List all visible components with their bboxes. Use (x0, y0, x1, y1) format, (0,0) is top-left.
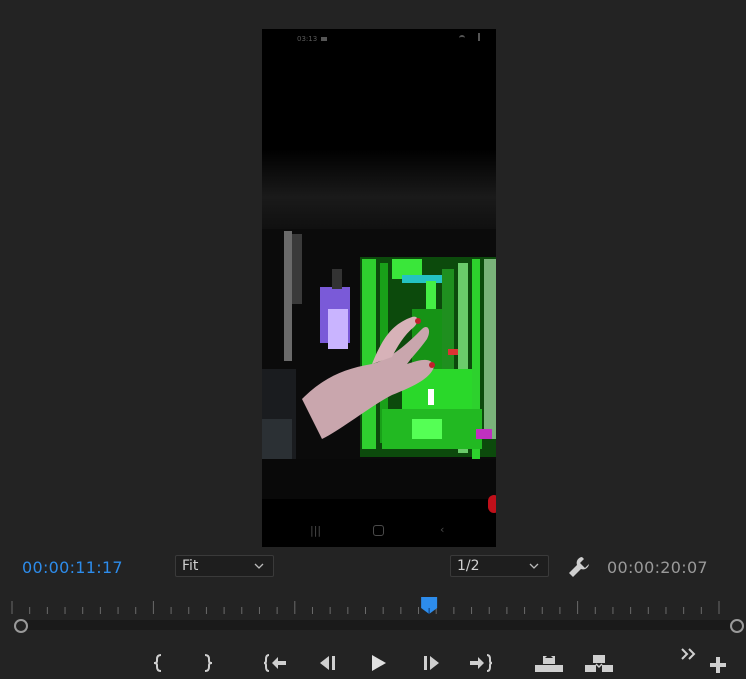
mark-out-icon (204, 654, 213, 672)
nav-back-icon: ‹ (440, 523, 445, 536)
playback-resolution-select[interactable]: 1/2 (450, 555, 549, 577)
zoom-handle-right[interactable] (730, 619, 744, 633)
current-timecode[interactable]: 00:00:11:17 (22, 558, 123, 577)
record-indicator (488, 495, 496, 513)
more-controls-chevron-icon[interactable] (680, 646, 698, 662)
mark-in-icon (153, 654, 162, 672)
phone-status-time: 03:13 (297, 35, 318, 43)
go-to-out-icon (470, 654, 493, 672)
time-ruler[interactable] (0, 596, 746, 636)
download-status-icon (478, 33, 480, 41)
step-forward-button[interactable] (417, 650, 447, 676)
nav-recents-icon: ||| (310, 524, 322, 537)
play-button[interactable] (363, 650, 393, 676)
zoom-handle-left[interactable] (14, 619, 28, 633)
extract-icon (585, 655, 613, 672)
step-back-button[interactable] (312, 650, 342, 676)
mark-out-button[interactable] (192, 650, 222, 676)
zoom-level-value: Fit (182, 558, 199, 574)
chevron-down-icon (254, 563, 264, 569)
glitched-footage (262, 229, 496, 499)
go-to-in-button[interactable] (260, 650, 290, 676)
lift-button[interactable] (532, 650, 566, 676)
nav-home-icon (373, 525, 384, 536)
wrench-settings-icon[interactable] (567, 555, 591, 579)
playback-resolution-value: 1/2 (457, 558, 480, 574)
step-back-icon (320, 656, 335, 670)
camera-status-icon (321, 37, 327, 41)
duration-timecode: 00:00:20:07 (607, 558, 708, 577)
chevron-down-icon (529, 563, 539, 569)
play-icon (372, 655, 386, 671)
button-editor-plus-icon[interactable] (709, 656, 727, 674)
wifi-status-icon (459, 35, 465, 42)
go-to-in-icon (263, 654, 286, 672)
step-forward-icon (424, 656, 439, 670)
go-to-out-button[interactable] (466, 650, 496, 676)
lift-icon (535, 654, 563, 672)
program-monitor-video: 03:13 ||| ‹ (262, 29, 496, 547)
zoom-scrollbar-track[interactable] (20, 620, 737, 630)
zoom-level-select[interactable]: Fit (175, 555, 274, 577)
mark-in-button[interactable] (144, 650, 174, 676)
extract-button[interactable] (582, 650, 616, 676)
